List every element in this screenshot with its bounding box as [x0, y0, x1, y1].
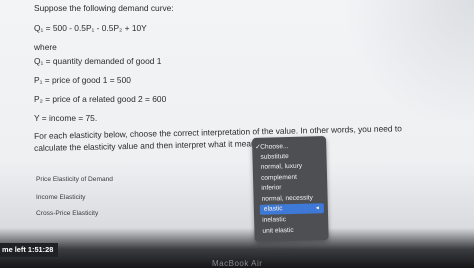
screen-glare: [330, 0, 474, 120]
interpretation-dropdown-menu[interactable]: ✓ Choose... substitute normal, luxury co…: [252, 136, 329, 242]
option-unit-elastic[interactable]: unit elastic: [262, 225, 324, 237]
device-brand-label: MacBook Air: [212, 259, 263, 268]
option-elastic[interactable]: elastic ◄: [259, 203, 324, 215]
option-label: Choose...: [260, 143, 289, 151]
definition-p2: P₂ = price of a related good 2 = 600: [34, 94, 167, 104]
pointer-arrow-icon: ◄: [314, 205, 320, 212]
price-elasticity-label: Price Elasticity of Demand: [36, 176, 113, 183]
instruction-line-2: calculate the elasticity value and then …: [34, 138, 263, 153]
checkmark-icon: ✓: [255, 143, 261, 151]
definition-income: Y = income = 75.: [34, 113, 98, 123]
option-inferior[interactable]: inferior: [261, 182, 323, 194]
definition-p1: P₁ = price of good 1 = 500: [34, 75, 131, 85]
definition-q1: Q₁ = quantity demanded of good 1: [34, 56, 162, 66]
option-inelastic[interactable]: inelastic: [262, 214, 324, 226]
laptop-screen: Suppose the following demand curve: Q₁ =…: [0, 0, 474, 268]
cross-price-elasticity-label: Cross-Price Elasticity: [36, 210, 99, 217]
income-elasticity-label: Income Elasticity: [36, 194, 86, 201]
demand-equation: Q₁ = 500 - 0.5P₁ - 0.5P₂ + 10Y: [34, 23, 147, 33]
option-normal-luxury[interactable]: normal, luxury: [261, 161, 323, 173]
option-label: elastic: [263, 205, 283, 213]
where-label: where: [34, 42, 57, 52]
question-intro: Suppose the following demand curve:: [34, 3, 174, 13]
time-remaining-badge: me left 1:51:28: [0, 243, 58, 257]
